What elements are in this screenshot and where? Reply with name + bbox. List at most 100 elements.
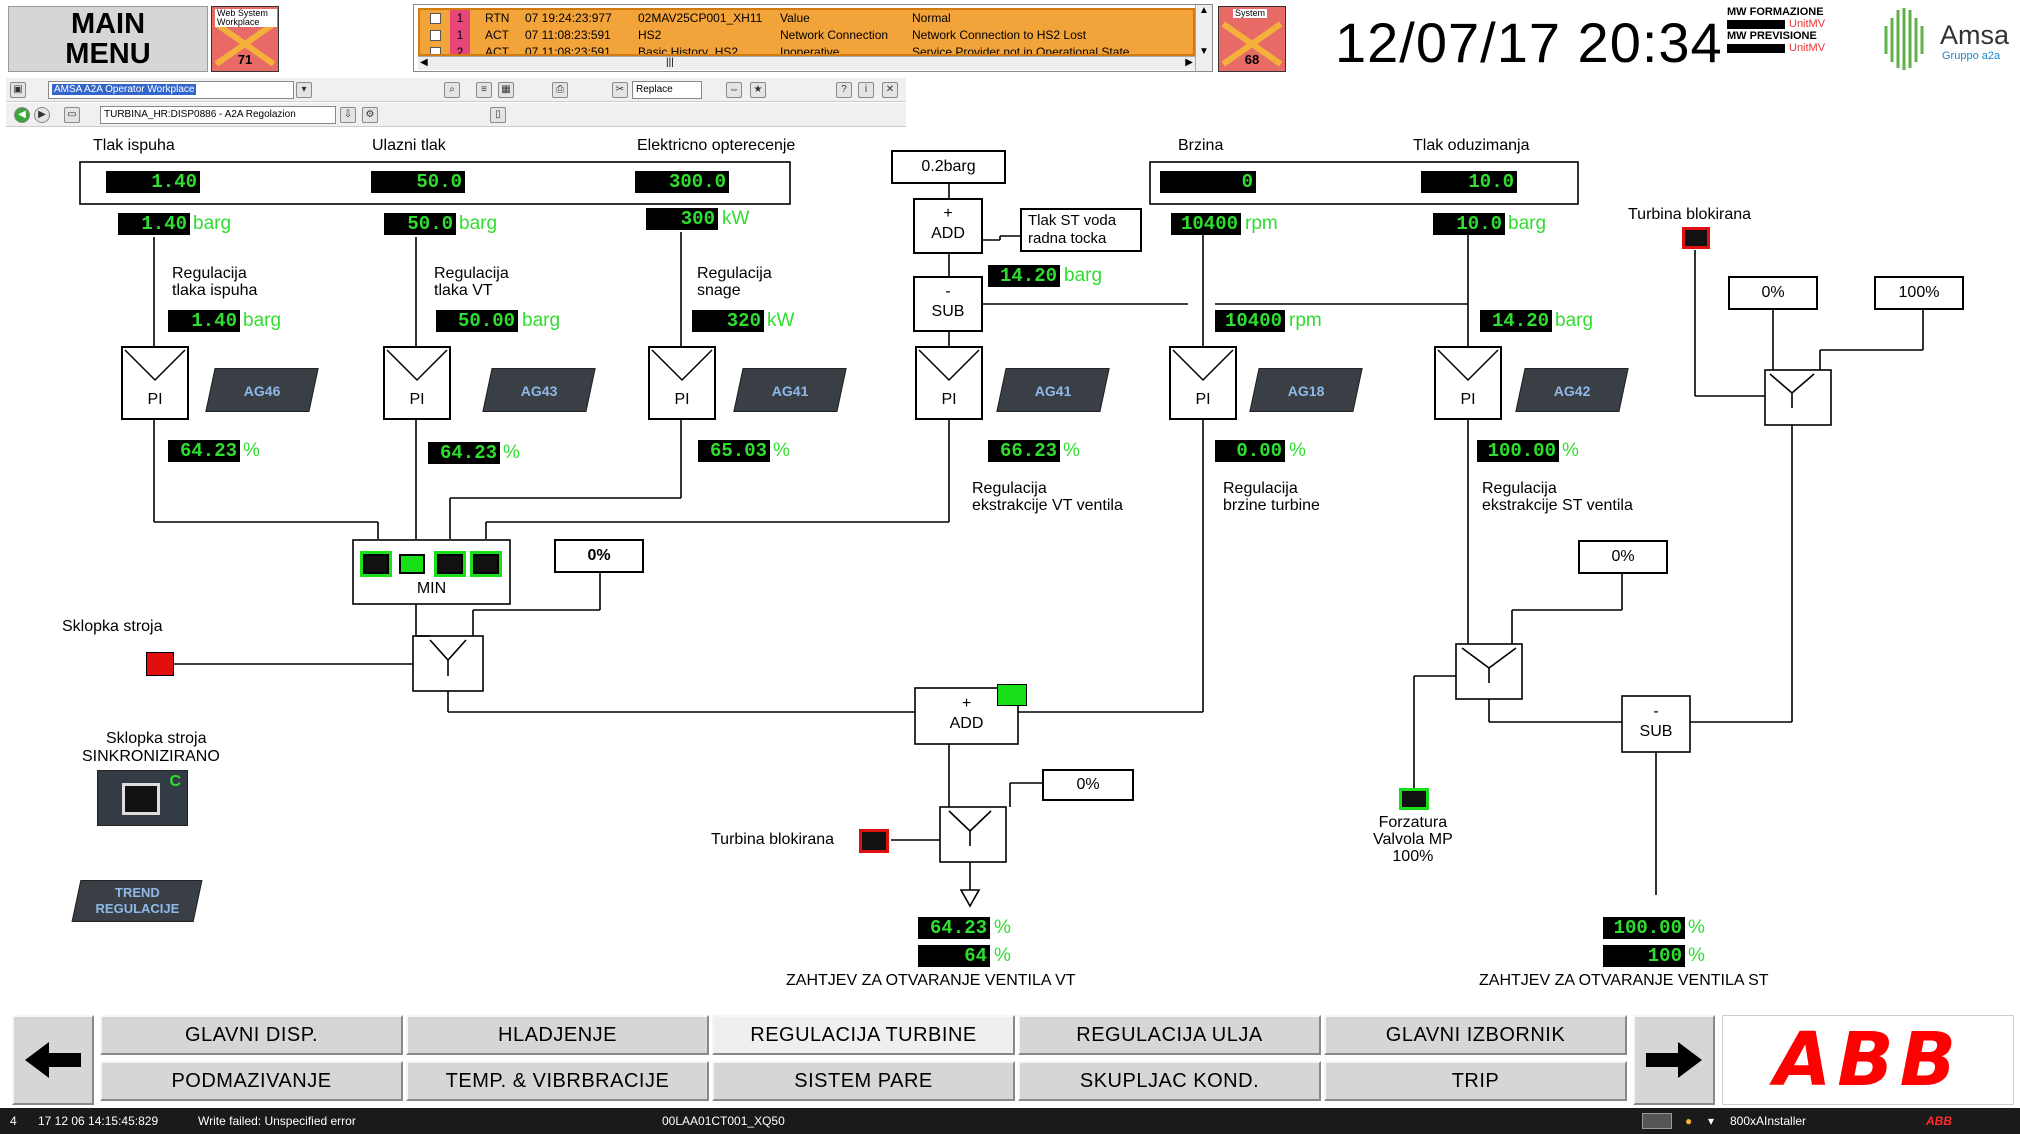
user-dropdown-icon[interactable]: ▾: [1708, 1108, 1714, 1134]
right-zero-box[interactable]: 0%: [1728, 276, 1818, 310]
right-hundred-box[interactable]: 100%: [1874, 276, 1964, 310]
alarm-row[interactable]: 2 ACT 07 11:08:23:591 Basic History_HS2 …: [420, 44, 1193, 56]
close-icon[interactable]: ✕: [882, 82, 898, 98]
print-icon[interactable]: ⎙: [552, 82, 568, 98]
pi-label: PI: [941, 391, 957, 408]
alarm-row[interactable]: 1 RTN 07 19:24:23:977 02MAV25CP001_XH11 …: [420, 10, 1193, 27]
ag43-faceplate-button[interactable]: AG43: [482, 368, 596, 412]
star-icon[interactable]: ★: [750, 82, 766, 98]
cut-icon[interactable]: ✂: [612, 82, 628, 98]
back-icon[interactable]: ◀: [14, 107, 30, 123]
ag42-faceplate-button[interactable]: AG42: [1515, 368, 1629, 412]
mw-previsione-label: MW PREVISIONE: [1727, 30, 1817, 42]
nav-podmazivanje[interactable]: PODMAZIVANJE: [100, 1061, 403, 1101]
display-icon[interactable]: ▭: [64, 107, 80, 123]
alarm-row[interactable]: 1 ACT 07 11:08:23:591 HS2 Network Connec…: [420, 27, 1193, 44]
sklopka-sink-label-2: SINKRONIZIRANO: [82, 748, 220, 765]
loop2-title: Regulacija tlaka VT: [434, 265, 509, 299]
workplace-icon[interactable]: ▣: [10, 82, 26, 98]
replace-select[interactable]: Replace: [632, 81, 702, 99]
sklopka-stroja-led: [146, 652, 174, 676]
vt-zero-box[interactable]: 0%: [1042, 769, 1134, 801]
nav-skupljac-kond[interactable]: SKUPLJAC KOND.: [1018, 1061, 1321, 1101]
scroll-up-icon[interactable]: ▲: [1196, 5, 1212, 16]
dropdown-icon[interactable]: ▾: [296, 82, 312, 98]
nav-temp-vibracije[interactable]: TEMP. & VIBRBRACIJE: [406, 1061, 709, 1101]
alarm-tag: 02MAV25CP001_XH11: [638, 11, 763, 25]
loop6-title-line2: ekstrakcije ST ventila: [1482, 497, 1633, 514]
forward-icon[interactable]: ▶: [34, 107, 50, 123]
workplace-select[interactable]: AMSA A2A Operator Workplace: [48, 81, 294, 99]
alarm-tag: Basic History_HS2: [638, 45, 739, 56]
alarm-ack-checkbox[interactable]: [430, 30, 441, 41]
scroll-down-icon[interactable]: ▼: [1196, 46, 1212, 57]
status-message: Write failed: Unspecified error: [198, 1114, 356, 1128]
replace-select-value: Replace: [636, 84, 673, 95]
main-menu-button[interactable]: MAIN MENU: [8, 6, 208, 72]
arrow-left-icon: [25, 1042, 81, 1078]
loop1-output: 64.23: [168, 440, 240, 462]
scroll-right-icon[interactable]: ▶: [1185, 57, 1193, 68]
nav-regulacija-ulja[interactable]: REGULACIJA ULJA: [1018, 1015, 1321, 1055]
system-alarm-indicator[interactable]: System 68: [1218, 6, 1286, 72]
loop2-setpoint[interactable]: 50.00: [436, 310, 518, 332]
list-icon[interactable]: ≡: [476, 82, 492, 98]
nav-sistem-pare[interactable]: SISTEM PARE: [712, 1061, 1015, 1101]
link-icon[interactable]: ⚙: [362, 107, 378, 123]
loop4-setpoint[interactable]: 14.20: [988, 265, 1060, 287]
nav-hladjenje[interactable]: HLADJENJE: [406, 1015, 709, 1055]
ag46-faceplate-button[interactable]: AG46: [205, 368, 319, 412]
pi-block-6[interactable]: PI: [1434, 346, 1502, 420]
ag41-faceplate-button[interactable]: AG41: [733, 368, 847, 412]
alarm-horizontal-scrollbar[interactable]: ◀ ||| ▶: [418, 56, 1195, 70]
export-icon[interactable]: ⇩: [340, 107, 356, 123]
add-label: ADD: [931, 225, 965, 242]
pi-triangle-icon: [124, 349, 186, 382]
next-display-button[interactable]: [1633, 1015, 1715, 1105]
alarm-vertical-scrollbar[interactable]: ▲ ▼: [1195, 5, 1212, 71]
pi-block-3[interactable]: PI: [648, 346, 716, 420]
search-icon[interactable]: ⌕: [444, 82, 460, 98]
add-plus-sign: +: [943, 205, 953, 222]
loop6-setpoint[interactable]: 14.20: [1480, 310, 1552, 332]
arrow-right-icon: [1646, 1042, 1702, 1078]
nav-glavni-izbornik[interactable]: GLAVNI IZBORNIK: [1324, 1015, 1627, 1055]
nav-regulacija-turbine[interactable]: REGULACIJA TURBINE: [712, 1015, 1015, 1055]
info-icon[interactable]: i: [858, 82, 874, 98]
pi-block-2[interactable]: PI: [383, 346, 451, 420]
status-monitor-icon[interactable]: [1642, 1113, 1672, 1129]
web-system-alarm-indicator[interactable]: Web System Workplace 71: [211, 6, 279, 72]
alarm-list[interactable]: 1 RTN 07 19:24:23:977 02MAV25CP001_XH11 …: [413, 4, 1213, 72]
min-bypass-zero-box[interactable]: 0%: [554, 539, 644, 573]
scroll-thumb-icon[interactable]: |||: [666, 57, 674, 68]
st-zero-box[interactable]: 0%: [1578, 540, 1668, 574]
loop5-setpoint[interactable]: 10400: [1215, 310, 1285, 332]
pi-block-1[interactable]: PI: [121, 346, 189, 420]
loop1-setpoint[interactable]: 1.40: [168, 310, 240, 332]
display-path-select[interactable]: TURBINA_HR:DISP0886 - A2A Regolazion: [100, 106, 336, 124]
pi-block-4[interactable]: PI: [915, 346, 983, 420]
nav-trip[interactable]: TRIP: [1324, 1061, 1627, 1101]
setpoint-0-2barg[interactable]: 0.2barg: [891, 150, 1006, 184]
ag18-faceplate-button[interactable]: AG18: [1249, 368, 1363, 412]
scroll-left-icon[interactable]: ◀: [420, 57, 428, 68]
pi-block-5[interactable]: PI: [1169, 346, 1237, 420]
alarm-ack-checkbox[interactable]: [430, 47, 441, 54]
amsa-logo: Amsa Gruppo a2a: [1880, 4, 2018, 70]
ag41-vt-faceplate-button[interactable]: AG41: [996, 368, 1110, 412]
loop3-setpoint[interactable]: 320: [692, 310, 764, 332]
trend-regulacije-button[interactable]: TREND REGULACIJE: [71, 880, 203, 922]
arrows-icon[interactable]: ⇔: [726, 82, 742, 98]
nav-glavni-disp[interactable]: GLAVNI DISP.: [100, 1015, 403, 1055]
sinkronizirano-switch[interactable]: C: [97, 770, 188, 826]
previous-display-button[interactable]: [12, 1015, 94, 1105]
ag18-label: AG18: [1287, 383, 1325, 399]
alarm-type: Inoperative: [780, 45, 840, 56]
forzatura-led[interactable]: [1399, 788, 1429, 810]
page-icon[interactable]: ▯: [490, 107, 506, 123]
grid-icon[interactable]: ▦: [498, 82, 514, 98]
help-icon[interactable]: ?: [836, 82, 852, 98]
pi-label: PI: [147, 391, 163, 408]
alarm-ack-checkbox[interactable]: [430, 13, 441, 24]
st-request-title: ZAHTJEV ZA OTVARANJE VENTILA ST: [1479, 972, 1769, 989]
